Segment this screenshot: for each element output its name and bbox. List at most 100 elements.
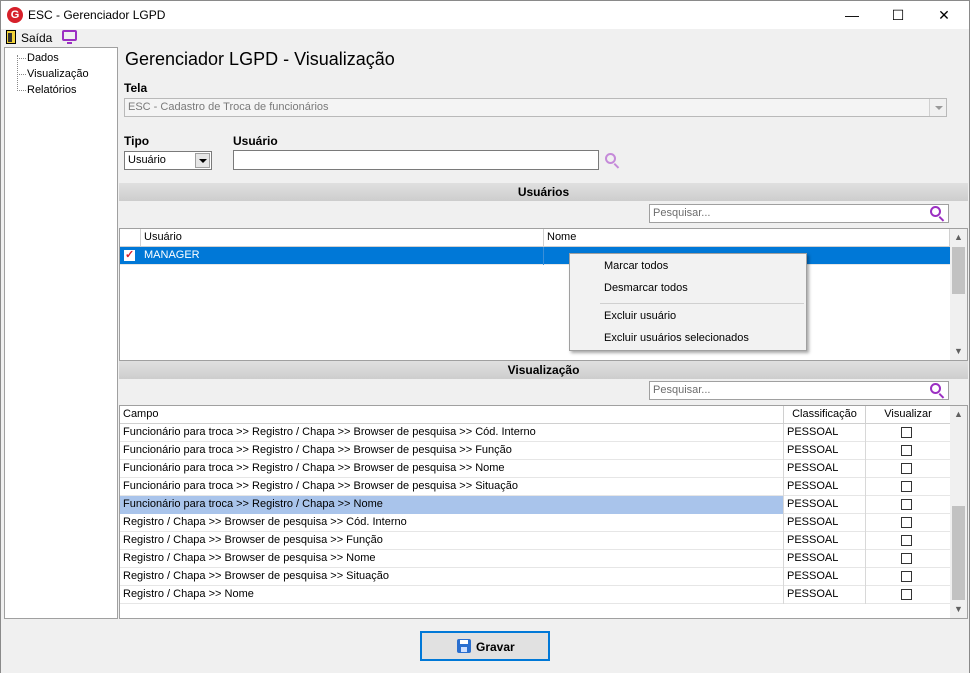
cell-usuario[interactable]: MANAGER (141, 247, 544, 265)
scroll-up-icon[interactable]: ▲ (950, 406, 967, 423)
search-icon[interactable] (930, 383, 946, 399)
minimize-button[interactable]: — (829, 1, 875, 29)
usuarios-grid-header: Usuário Nome (120, 229, 950, 247)
visualizacao-search-input[interactable]: Pesquisar... (649, 381, 949, 400)
search-icon[interactable] (605, 153, 621, 169)
cell-classificacao[interactable]: PESSOAL (784, 478, 866, 496)
cell-classificacao[interactable]: PESSOAL (784, 442, 866, 460)
exit-door-icon[interactable] (6, 30, 16, 44)
table-row[interactable]: Funcionário para troca >> Registro / Cha… (120, 460, 950, 478)
table-row[interactable]: Registro / Chapa >> Browser de pesquisa … (120, 514, 950, 532)
cell-campo[interactable]: Funcionário para troca >> Registro / Cha… (120, 478, 784, 496)
scroll-up-icon[interactable]: ▲ (950, 229, 967, 246)
row-checkbox[interactable] (124, 248, 135, 261)
cell-campo[interactable]: Funcionário para troca >> Registro / Cha… (120, 424, 784, 442)
save-button-label: Gravar (476, 640, 515, 654)
menu-item-excluir-usuario[interactable]: Excluir usuário (604, 310, 676, 322)
visualizacao-grid-header: Campo Classificação Visualizar (120, 406, 950, 424)
scroll-thumb[interactable] (952, 506, 965, 600)
cell-campo[interactable]: Funcionário para troca >> Registro / Cha… (120, 442, 784, 460)
visualizar-checkbox[interactable] (901, 589, 912, 600)
usuarios-scrollbar[interactable]: ▲ ▼ (950, 229, 967, 360)
tipo-select[interactable]: Usuário (124, 151, 212, 170)
maximize-button[interactable]: ☐ (875, 1, 921, 29)
visualizar-checkbox[interactable] (901, 445, 912, 456)
context-menu: Marcar todos Desmarcar todos Excluir usu… (569, 253, 807, 351)
usuarios-search-input[interactable]: Pesquisar... (649, 204, 949, 223)
cell-classificacao[interactable]: PESSOAL (784, 532, 866, 550)
table-row[interactable]: Registro / Chapa >> Nome PESSOAL (120, 586, 950, 604)
cell-campo[interactable]: Funcionário para troca >> Registro / Cha… (120, 460, 784, 478)
tree-item-visualizacao[interactable]: Visualização (27, 68, 89, 80)
visualizar-checkbox[interactable] (901, 481, 912, 492)
save-button[interactable]: Gravar (420, 631, 550, 661)
usuario-input[interactable] (233, 150, 599, 170)
scroll-down-icon[interactable]: ▼ (950, 601, 967, 618)
tree-item-dados[interactable]: Dados (27, 52, 59, 64)
exit-button[interactable]: Saída (21, 31, 52, 45)
column-header-visualizar[interactable]: Visualizar (866, 406, 950, 424)
column-header-classificacao[interactable]: Classificação (784, 406, 866, 424)
cell-classificacao[interactable]: PESSOAL (784, 460, 866, 478)
cell-classificacao[interactable]: PESSOAL (784, 586, 866, 604)
column-header-nome[interactable]: Nome (544, 229, 950, 247)
cell-campo[interactable]: Registro / Chapa >> Nome (120, 586, 784, 604)
cell-campo[interactable]: Registro / Chapa >> Browser de pesquisa … (120, 514, 784, 532)
window-title: ESC - Gerenciador LGPD (28, 8, 166, 22)
tree-connector (17, 74, 26, 75)
title-bar: G ESC - Gerenciador LGPD — ☐ ✕ (1, 1, 969, 29)
chevron-down-icon (929, 99, 946, 116)
main-window: G ESC - Gerenciador LGPD — ☐ ✕ Saída Dad… (0, 0, 970, 673)
visualizacao-section-header: Visualização (119, 361, 968, 379)
tipo-select-value: Usuário (128, 154, 166, 166)
visualizar-checkbox[interactable] (901, 535, 912, 546)
scroll-down-icon[interactable]: ▼ (950, 343, 967, 360)
close-button[interactable]: ✕ (921, 1, 967, 29)
column-header-campo[interactable]: Campo (120, 406, 784, 424)
visualizar-checkbox[interactable] (901, 553, 912, 564)
cell-campo[interactable]: Registro / Chapa >> Browser de pesquisa … (120, 532, 784, 550)
tree-item-relatorios[interactable]: Relatórios (27, 84, 77, 96)
tela-select: ESC - Cadastro de Troca de funcionários (124, 98, 947, 117)
cell-campo[interactable]: Registro / Chapa >> Browser de pesquisa … (120, 568, 784, 586)
usuario-label: Usuário (233, 134, 278, 148)
navigation-tree: Dados Visualização Relatórios (4, 47, 118, 619)
cell-classificacao[interactable]: PESSOAL (784, 424, 866, 442)
table-row[interactable]: Funcionário para troca >> Registro / Cha… (120, 496, 950, 514)
cell-campo[interactable]: Registro / Chapa >> Browser de pesquisa … (120, 550, 784, 568)
tipo-label: Tipo (124, 134, 150, 148)
table-row[interactable]: MANAGER (120, 247, 950, 265)
tela-select-value: ESC - Cadastro de Troca de funcionários (128, 101, 329, 113)
cell-classificacao[interactable]: PESSOAL (784, 568, 866, 586)
cell-classificacao[interactable]: PESSOAL (784, 496, 866, 514)
visualizacao-grid: Campo Classificação Visualizar Funcionár… (119, 405, 968, 619)
cell-campo[interactable]: Funcionário para troca >> Registro / Cha… (120, 496, 784, 514)
menu-item-desmarcar-todos[interactable]: Desmarcar todos (604, 282, 688, 294)
table-row[interactable]: Funcionário para troca >> Registro / Cha… (120, 442, 950, 460)
table-row[interactable]: Registro / Chapa >> Browser de pesquisa … (120, 550, 950, 568)
visualizar-checkbox[interactable] (901, 463, 912, 474)
visualizacao-scrollbar[interactable]: ▲ ▼ (950, 406, 967, 618)
menu-separator (600, 303, 804, 304)
menu-item-excluir-usuarios-selecionados[interactable]: Excluir usuários selecionados (604, 332, 749, 344)
tree-connector (17, 58, 26, 59)
cell-classificacao[interactable]: PESSOAL (784, 550, 866, 568)
monitor-icon[interactable] (62, 30, 77, 44)
chevron-down-icon[interactable] (195, 153, 210, 168)
cell-classificacao[interactable]: PESSOAL (784, 514, 866, 532)
tree-connector (17, 55, 18, 89)
table-row[interactable]: Registro / Chapa >> Browser de pesquisa … (120, 568, 950, 586)
table-row[interactable]: Funcionário para troca >> Registro / Cha… (120, 478, 950, 496)
search-icon[interactable] (930, 206, 946, 222)
scroll-thumb[interactable] (952, 247, 965, 294)
table-row[interactable]: Registro / Chapa >> Browser de pesquisa … (120, 532, 950, 550)
menu-item-marcar-todos[interactable]: Marcar todos (604, 260, 668, 272)
checkbox-column-header (120, 229, 141, 247)
tela-label: Tela (124, 81, 148, 95)
visualizar-checkbox[interactable] (901, 427, 912, 438)
visualizar-checkbox[interactable] (901, 499, 912, 510)
visualizar-checkbox[interactable] (901, 517, 912, 528)
visualizar-checkbox[interactable] (901, 571, 912, 582)
table-row[interactable]: Funcionário para troca >> Registro / Cha… (120, 424, 950, 442)
column-header-usuario[interactable]: Usuário (141, 229, 544, 247)
